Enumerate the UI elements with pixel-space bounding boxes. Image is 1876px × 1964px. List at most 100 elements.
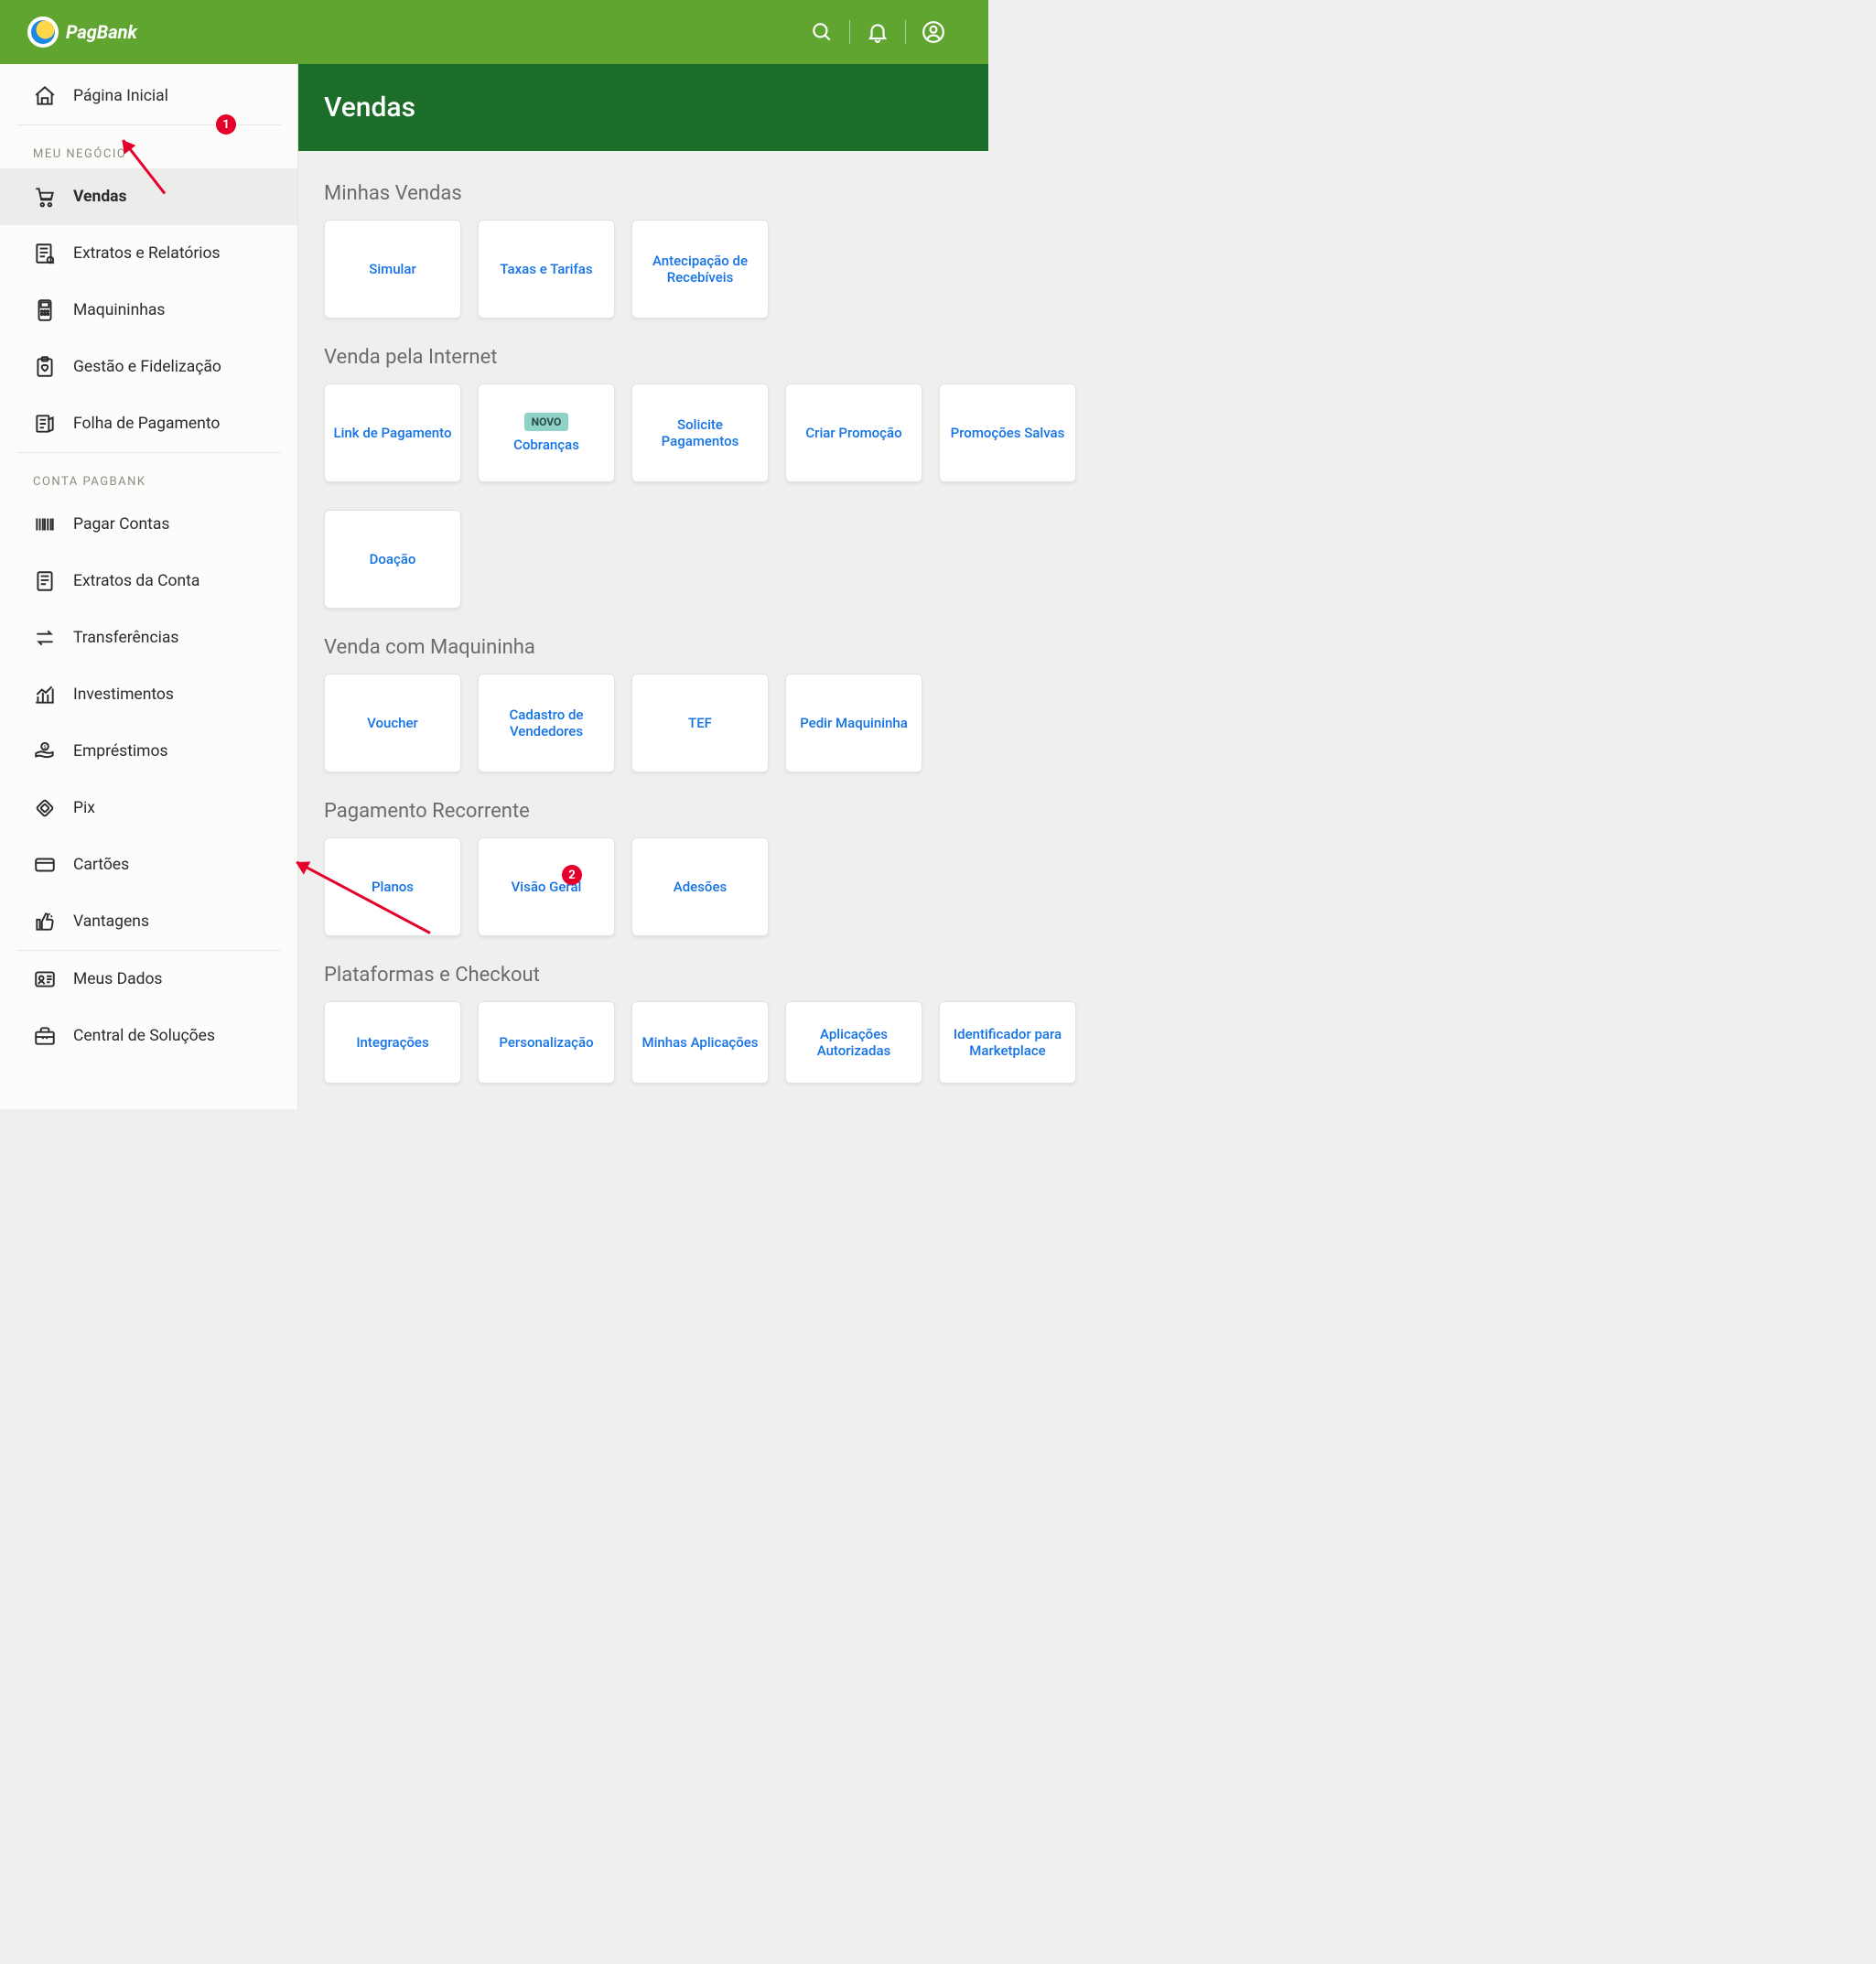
brand-logo[interactable]: PagBank xyxy=(27,16,137,48)
sidebar-item-pix[interactable]: Pix xyxy=(16,780,281,836)
card-label: Simular xyxy=(369,261,416,277)
card-voucher[interactable]: Voucher xyxy=(324,674,461,772)
card-label: Pedir Maquininha xyxy=(800,715,908,731)
card-doacao[interactable]: Doação xyxy=(324,510,461,609)
bell-icon[interactable] xyxy=(850,14,905,50)
sidebar-item-label: Maquininhas xyxy=(73,301,165,319)
card-promocoes-salvas[interactable]: Promoções Salvas xyxy=(939,383,1076,482)
sidebar-item-vendas[interactable]: Vendas xyxy=(0,168,297,225)
card-label: Cobranças xyxy=(513,437,579,453)
account-icon[interactable] xyxy=(906,14,961,50)
section-title-venda-internet: Venda pela Internet xyxy=(324,346,963,369)
sidebar-item-label: Vantagens xyxy=(73,912,149,931)
card-planos[interactable]: Planos xyxy=(324,837,461,936)
card-label: Adesões xyxy=(674,879,727,895)
transfer-icon xyxy=(33,626,57,650)
card-label: Integrações xyxy=(356,1034,428,1051)
sidebar-item-label: Gestão e Fidelização xyxy=(73,358,221,376)
home-icon xyxy=(33,84,57,108)
sidebar-item-gestao-fidelizacao[interactable]: Gestão e Fidelização xyxy=(16,339,281,395)
card-antecipacao-recebiveis[interactable]: Antecipação de Recebíveis xyxy=(631,220,769,318)
pix-icon xyxy=(33,796,57,820)
card-label: Promoções Salvas xyxy=(951,425,1065,441)
card-visao-geral[interactable]: Visão Geral xyxy=(478,837,615,936)
section-title-venda-maquininha: Venda com Maquininha xyxy=(324,636,963,659)
brand-logo-icon xyxy=(27,16,59,48)
card-minhas-aplicacoes[interactable]: Minhas Aplicações xyxy=(631,1001,769,1084)
card-pedir-maquininha[interactable]: Pedir Maquininha xyxy=(785,674,922,772)
card-label: Taxas e Tarifas xyxy=(500,261,592,277)
card-cobrancas[interactable]: NOVO Cobranças xyxy=(478,383,615,482)
card-adesoes[interactable]: Adesões xyxy=(631,837,769,936)
section-title-minhas-vendas: Minhas Vendas xyxy=(324,182,963,205)
loan-icon: $ xyxy=(33,739,57,763)
search-icon[interactable] xyxy=(794,14,849,50)
section-title-plataformas-checkout: Plataformas e Checkout xyxy=(324,964,963,987)
sidebar-item-central-solucoes[interactable]: Central de Soluções xyxy=(16,1008,281,1064)
card-solicite-pagamentos[interactable]: Solicite Pagamentos xyxy=(631,383,769,482)
card-tef[interactable]: TEF xyxy=(631,674,769,772)
sidebar-section-label: MEU NEGÓCIO xyxy=(0,125,297,168)
sidebar-item-cartoes[interactable]: Cartões xyxy=(16,836,281,893)
card-criar-promocao[interactable]: Criar Promoção xyxy=(785,383,922,482)
svg-text:$: $ xyxy=(43,744,46,750)
card-label: Planos xyxy=(372,879,414,895)
sidebar-item-folha-pagamento[interactable]: Folha de Pagamento xyxy=(16,395,281,452)
sidebar-item-pagar-contas[interactable]: Pagar Contas xyxy=(16,496,281,553)
sidebar-item-transferencias[interactable]: Transferências xyxy=(16,610,281,666)
card-label: Aplicações Autorizadas xyxy=(792,1026,916,1059)
sidebar-section-label: CONTA PAGBANK xyxy=(0,453,297,496)
sidebar-item-label: Folha de Pagamento xyxy=(73,415,220,433)
card-simular[interactable]: Simular xyxy=(324,220,461,318)
card-integracoes[interactable]: Integrações xyxy=(324,1001,461,1084)
card-label: Cadastro de Vendedores xyxy=(484,707,609,739)
sidebar-item-maquininhas[interactable]: Maquininhas xyxy=(16,282,281,339)
chart-growth-icon xyxy=(33,683,57,707)
sidebar-item-investimentos[interactable]: Investimentos xyxy=(16,666,281,723)
sidebar-item-label: Empréstimos xyxy=(73,742,168,761)
card-label: Link de Pagamento xyxy=(334,425,452,441)
sidebar-item-label: Página Inicial xyxy=(73,87,168,105)
card-label: Antecipação de Recebíveis xyxy=(638,253,762,286)
section-title-pagamento-recorrente: Pagamento Recorrente xyxy=(324,800,963,823)
sidebar-item-label: Meus Dados xyxy=(73,970,162,988)
sidebar-item-vantagens[interactable]: Vantagens xyxy=(16,893,281,950)
page-title: Vendas xyxy=(324,92,963,124)
card-link-pagamento[interactable]: Link de Pagamento xyxy=(324,383,461,482)
card-aplicacoes-autorizadas[interactable]: Aplicações Autorizadas xyxy=(785,1001,922,1084)
card-identificador-marketplace[interactable]: Identificador para Marketplace xyxy=(939,1001,1076,1084)
barcode-icon xyxy=(33,513,57,536)
toolbox-icon xyxy=(33,1024,57,1048)
sidebar-item-emprestimos[interactable]: $ Empréstimos xyxy=(16,723,281,780)
card-personalizacao[interactable]: Personalização xyxy=(478,1001,615,1084)
sidebar-item-extratos-relatorios[interactable]: Extratos e Relatórios xyxy=(16,225,281,282)
sidebar-item-label: Extratos e Relatórios xyxy=(73,244,221,263)
brand-name: PagBank xyxy=(66,21,137,43)
sidebar-item-label: Pagar Contas xyxy=(73,515,169,534)
card-label: Voucher xyxy=(367,715,418,731)
card-taxas-tarifas[interactable]: Taxas e Tarifas xyxy=(478,220,615,318)
payroll-icon xyxy=(33,412,57,436)
card-label: TEF xyxy=(688,715,712,731)
sidebar-item-home[interactable]: Página Inicial xyxy=(16,68,281,124)
sidebar-item-meus-dados[interactable]: Meus Dados xyxy=(16,951,281,1008)
novo-badge: NOVO xyxy=(524,413,569,431)
sidebar-item-extratos-conta[interactable]: Extratos da Conta xyxy=(16,553,281,610)
card-cadastro-vendedores[interactable]: Cadastro de Vendedores xyxy=(478,674,615,772)
clipboard-heart-icon xyxy=(33,355,57,379)
top-header: PagBank xyxy=(0,0,988,64)
sidebar-item-label: Transferências xyxy=(73,629,178,647)
header-actions xyxy=(794,14,961,50)
card-label: Doação xyxy=(370,551,416,567)
card-label: Criar Promoção xyxy=(805,425,901,441)
pos-terminal-icon xyxy=(33,298,57,322)
card-label: Visão Geral xyxy=(512,879,582,895)
sidebar: Página Inicial MEU NEGÓCIO Vendas Extrat… xyxy=(0,64,298,1109)
sidebar-item-label: Central de Soluções xyxy=(73,1027,215,1045)
card-label: Minhas Aplicações xyxy=(642,1034,758,1051)
sidebar-item-label: Extratos da Conta xyxy=(73,572,199,590)
sidebar-item-label: Investimentos xyxy=(73,685,174,704)
report-icon xyxy=(33,242,57,265)
page-header: Vendas xyxy=(298,64,988,151)
thumbs-up-icon xyxy=(33,910,57,933)
